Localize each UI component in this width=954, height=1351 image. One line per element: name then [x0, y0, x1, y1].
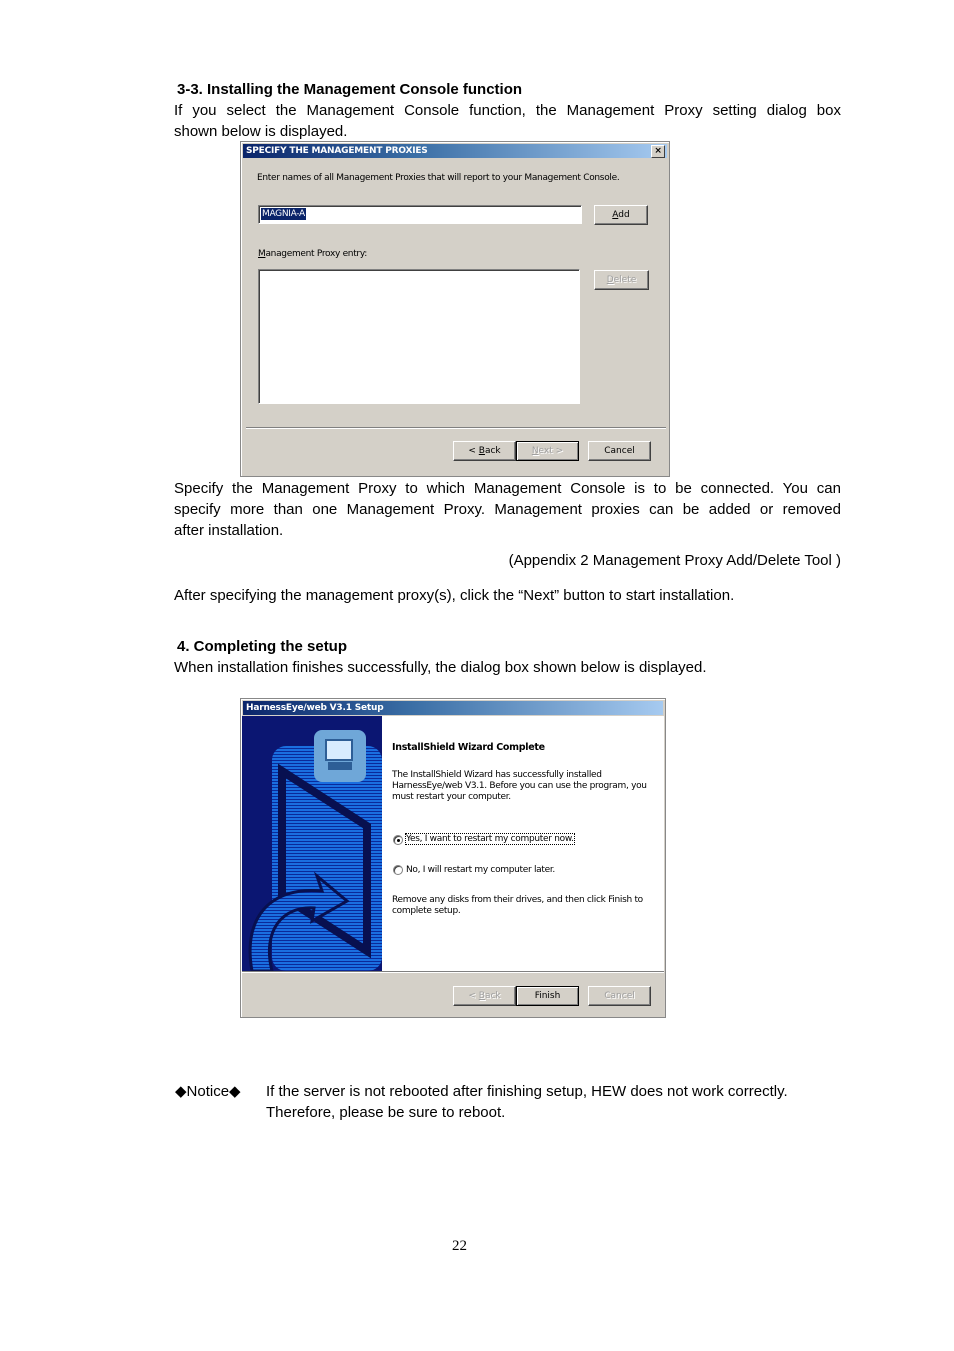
notice-line1: If the server is not rebooted after fini… — [266, 1083, 788, 1100]
restart-later-label[interactable]: No, I will restart my computer later. — [406, 865, 555, 875]
proxy-name-input[interactable]: MAGNIA-A — [258, 205, 582, 224]
add-button[interactable]: Add — [594, 205, 648, 225]
close-icon[interactable]: × — [651, 145, 665, 158]
remove-disks-line1: Remove any disks from their drives, and … — [392, 895, 643, 905]
cancel-button[interactable]: Cancel — [588, 986, 651, 1006]
back-label: ack — [484, 446, 501, 456]
delete-button[interactable]: Delete — [594, 270, 649, 290]
remove-disks-line2: complete setup. — [392, 906, 461, 916]
notice-label: ◆Notice◆ — [175, 1083, 241, 1100]
next-button[interactable]: Next > — [516, 441, 579, 461]
back-button[interactable]: < Back — [453, 441, 516, 461]
section-intro: When installation finishes successfully,… — [174, 659, 707, 676]
next-accel: N — [531, 446, 539, 456]
list-label: Management Proxy entry: — [258, 249, 367, 259]
setup-dialog: HarnessEye/web V3.1 Setup InstallShield … — [240, 698, 666, 1018]
explanation-line1: Specify the Management Proxy to which Ma… — [174, 480, 841, 497]
wizard-art-icon — [242, 716, 382, 971]
section-heading: 3-3. Installing the Management Console f… — [177, 81, 523, 98]
notice-line2: Therefore, please be sure to reboot. — [266, 1104, 506, 1121]
dialog-title: HarnessEye/web V3.1 Setup — [246, 703, 384, 713]
delete-accel: D — [606, 275, 614, 285]
dialog-titlebar: HarnessEye/web V3.1 Setup — [243, 701, 663, 715]
list-label-text: anagement Proxy entry: — [265, 249, 367, 259]
back-button[interactable]: < Back — [453, 986, 516, 1006]
back-prefix: < — [468, 991, 479, 1001]
delete-label: elete — [613, 275, 637, 285]
wizard-heading: InstallShield Wizard Complete — [392, 742, 545, 753]
back-label: ack — [484, 991, 501, 1001]
proxy-dialog: SPECIFY THE MANAGEMENT PROXIES × Enter n… — [240, 141, 670, 477]
page-number: 22 — [452, 1238, 467, 1254]
dialog-title: SPECIFY THE MANAGEMENT PROXIES — [246, 146, 428, 156]
separator — [246, 427, 666, 429]
cancel-button[interactable]: Cancel — [588, 441, 651, 461]
intro-paragraph-line2: shown below is displayed. — [174, 123, 348, 140]
next-label: ext > — [538, 446, 564, 456]
instruction-text: Enter names of all Management Proxies th… — [257, 173, 620, 183]
section-heading: 4. Completing the setup — [177, 638, 348, 655]
wizard-body-line1: The InstallShield Wizard has successfull… — [392, 770, 602, 780]
proxy-name-value: MAGNIA-A — [261, 208, 306, 220]
appendix-reference: (Appendix 2 Management Proxy Add/Delete … — [508, 552, 841, 569]
proxy-entry-list[interactable] — [258, 269, 580, 404]
dialog-titlebar: SPECIFY THE MANAGEMENT PROXIES × — [243, 144, 667, 158]
back-prefix: < — [468, 446, 479, 456]
wizard-body-line2: HarnessEye/web V3.1. Before you can use … — [392, 781, 647, 791]
installshield-side-graphic — [242, 716, 382, 971]
separator — [242, 971, 664, 973]
finish-button[interactable]: Finish — [516, 986, 579, 1006]
restart-now-radio[interactable] — [393, 835, 403, 845]
explanation-line2: specify more than one Management Proxy. … — [174, 501, 841, 518]
wizard-body-line3: must restart your computer. — [392, 792, 511, 802]
explanation-line3: after installation. — [174, 522, 284, 539]
restart-later-radio[interactable] — [393, 865, 403, 875]
intro-paragraph-line1: If you select the Management Console fun… — [174, 102, 841, 119]
add-label: dd — [618, 210, 630, 220]
restart-now-label[interactable]: Yes, I want to restart my computer now. — [405, 833, 575, 845]
next-hint: After specifying the management proxy(s)… — [174, 587, 735, 604]
